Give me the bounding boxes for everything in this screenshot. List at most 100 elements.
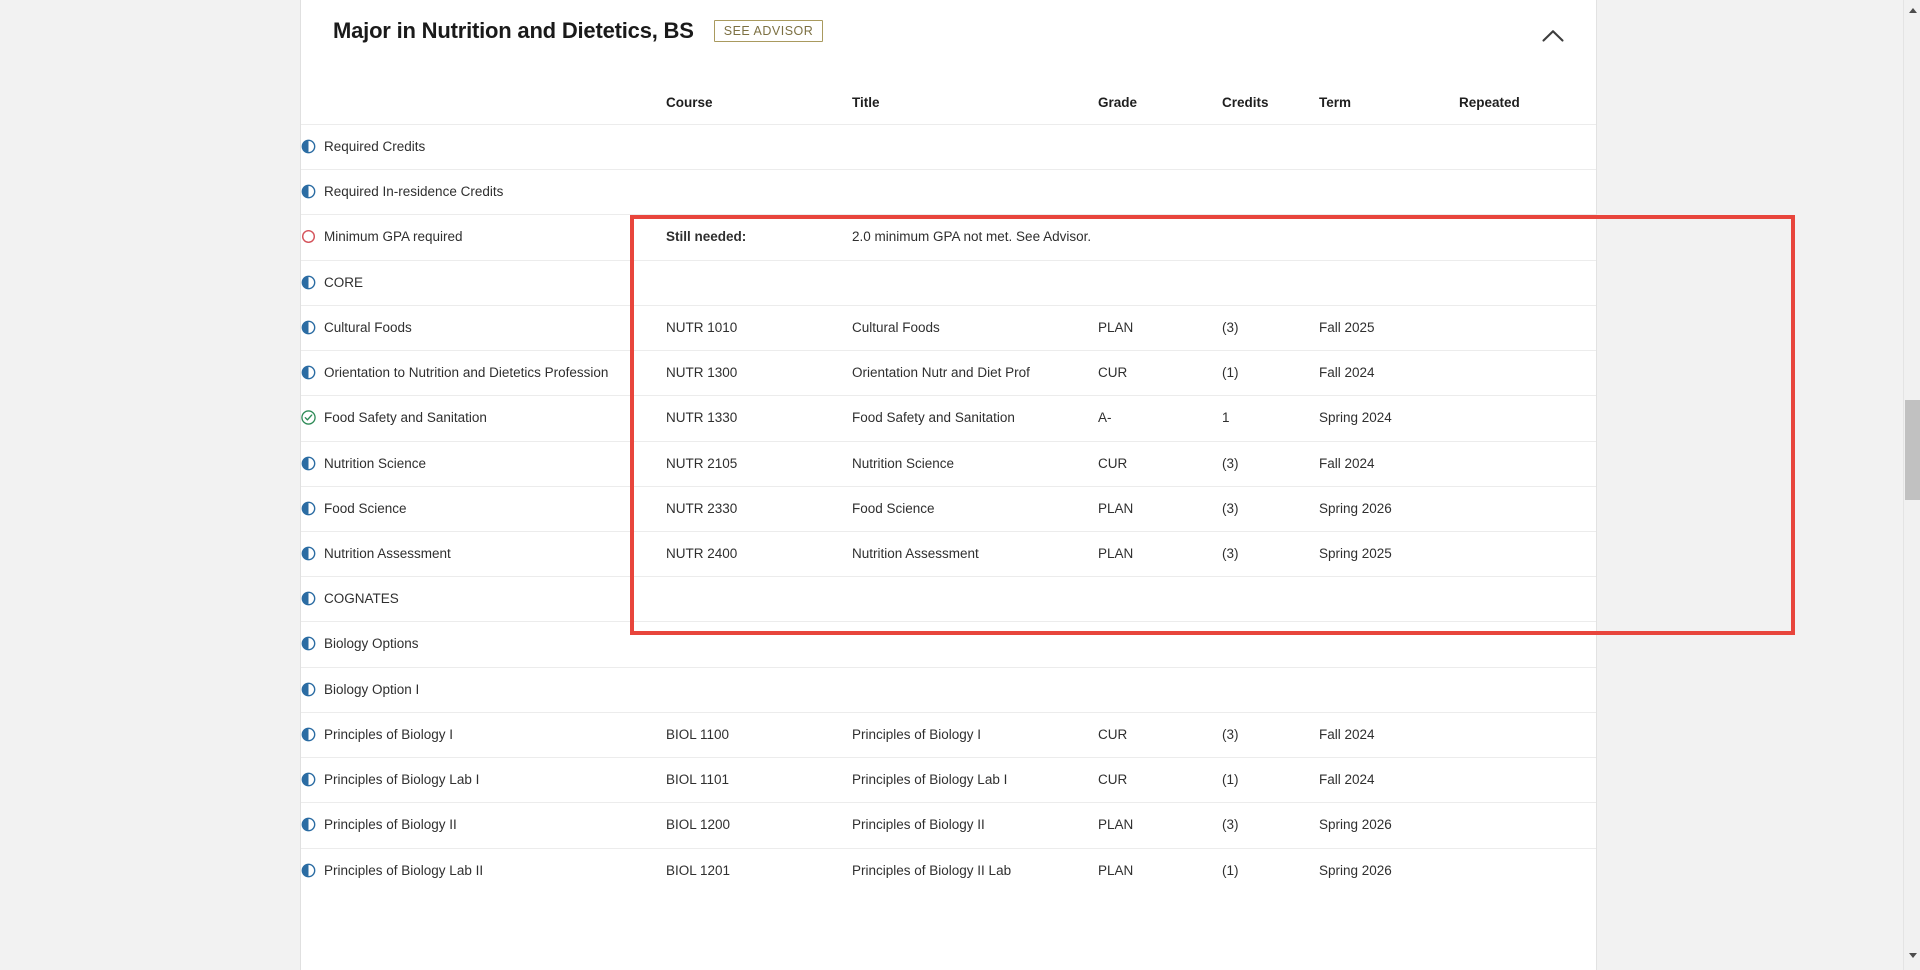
course-code-cell: NUTR 2330	[666, 500, 738, 516]
chevron-up-icon[interactable]	[1536, 18, 1570, 52]
right-gutter	[1596, 0, 1904, 970]
half-filled-circle-icon[interactable]	[301, 636, 316, 651]
table-row[interactable]: Nutrition Assessment NUTR 2400 Nutrition A…	[301, 531, 1596, 576]
grade-cell	[1098, 125, 1222, 170]
half-filled-circle-icon[interactable]	[301, 817, 316, 832]
credits-cell: (1)	[1222, 772, 1239, 788]
requirement-label: Cultural Foods	[324, 319, 412, 335]
credits-cell	[1222, 260, 1319, 305]
half-filled-circle-icon[interactable]	[301, 456, 316, 471]
table-row[interactable]: Food Science NUTR 2330 Food Science PLAN (3)…	[301, 486, 1596, 531]
repeated-cell	[1459, 441, 1596, 486]
course-title-cell	[852, 667, 1098, 712]
table-row[interactable]: Principles of Biology Lab II BIOL 1201 Pri…	[301, 848, 1596, 893]
grade-cell: PLAN	[1098, 817, 1134, 833]
page-title: Major in Nutrition and Dietetics, BS	[333, 18, 694, 43]
requirement-name-cell: Required In-residence Credits	[301, 170, 666, 215]
table-row[interactable]: Food Safety and Sanitation NUTR 1330 Food …	[301, 395, 1596, 441]
requirement-name-cell: Principles of Biology Lab II	[301, 848, 666, 893]
scroll-down-arrow-icon[interactable]	[1904, 947, 1920, 964]
half-filled-circle-icon[interactable]	[301, 320, 316, 335]
table-row[interactable]: Biology Option I	[301, 667, 1596, 712]
grade-cell: A-	[1098, 410, 1112, 426]
course-title-cell: Principles of Biology II Lab	[852, 862, 1012, 878]
requirement-name-cell: Required Credits	[301, 125, 666, 170]
requirement-name-cell: Cultural Foods	[301, 305, 666, 350]
column-header-credits: Credits	[1222, 95, 1269, 110]
requirement-name-cell: Food Science	[301, 486, 666, 531]
grade-cell	[1098, 215, 1222, 260]
requirement-label: Principles of Biology Lab II	[324, 862, 484, 878]
course-code-cell: NUTR 2105	[666, 455, 738, 471]
column-header-course: Course	[666, 95, 713, 110]
course-code-cell: BIOL 1200	[666, 817, 731, 833]
half-filled-circle-icon[interactable]	[301, 139, 316, 154]
table-row[interactable]: COGNATES	[301, 576, 1596, 622]
requirement-name-cell: Nutrition Science	[301, 441, 666, 486]
card-header: Major in Nutrition and Dietetics, BS SEE…	[301, 0, 1596, 62]
grade-cell: PLAN	[1098, 500, 1134, 516]
term-cell	[1319, 622, 1459, 667]
repeated-cell	[1459, 712, 1596, 757]
credits-cell	[1222, 622, 1319, 667]
course-code-cell: BIOL 1100	[666, 726, 730, 742]
half-filled-circle-icon[interactable]	[301, 591, 316, 606]
course-title-cell	[852, 622, 1098, 667]
table-row[interactable]: Cultural Foods NUTR 1010 Cultural Foods PLA…	[301, 305, 1596, 350]
term-cell	[1319, 215, 1459, 260]
half-filled-circle-icon[interactable]	[301, 863, 316, 878]
credits-cell: (3)	[1222, 726, 1239, 742]
table-row[interactable]: Required In-residence Credits	[301, 169, 1596, 215]
credits-cell: (3)	[1222, 319, 1239, 335]
see-advisor-badge[interactable]: SEE ADVISOR	[713, 20, 824, 42]
half-filled-circle-icon[interactable]	[301, 546, 316, 561]
table-row[interactable]: Biology Options	[301, 621, 1596, 667]
open-circle-icon[interactable]	[301, 229, 316, 244]
table-row[interactable]: Nutrition Science NUTR 2105 Nutrition Scie…	[301, 441, 1596, 486]
table-row[interactable]: Principles of Biology II BIOL 1200 Princip…	[301, 802, 1596, 848]
term-cell	[1319, 170, 1459, 215]
half-filled-circle-icon[interactable]	[301, 727, 316, 742]
course-code-cell: BIOL 1101	[666, 772, 730, 788]
half-filled-circle-icon[interactable]	[301, 501, 316, 516]
scrollbar-thumb[interactable]	[1905, 400, 1920, 500]
credits-cell	[1222, 215, 1319, 260]
half-filled-circle-icon[interactable]	[301, 184, 316, 199]
table-row[interactable]: Required Credits	[301, 124, 1596, 170]
grade-cell: CUR	[1098, 365, 1128, 381]
credits-cell	[1222, 577, 1319, 622]
course-title-cell: Cultural Foods	[852, 319, 940, 335]
term-cell: Fall 2025	[1319, 319, 1375, 335]
term-cell: Spring 2026	[1319, 817, 1392, 833]
requirement-label: Principles of Biology II	[324, 817, 457, 833]
repeated-cell	[1459, 622, 1596, 667]
term-cell	[1319, 667, 1459, 712]
requirement-name-cell: Principles of Biology I	[301, 712, 666, 757]
requirement-label: Principles of Biology I	[324, 726, 454, 742]
table-row[interactable]: Minimum GPA required Still needed: 2.0 min…	[301, 214, 1596, 260]
table-row[interactable]: Principles of Biology Lab I BIOL 1101 Prin…	[301, 757, 1596, 803]
repeated-cell	[1459, 351, 1596, 396]
check-circle-icon[interactable]	[301, 410, 316, 426]
table-row[interactable]: Principles of Biology I BIOL 1100 Principl…	[301, 712, 1596, 757]
credits-cell: 1	[1222, 410, 1230, 426]
scroll-up-arrow-icon[interactable]	[1904, 2, 1920, 19]
table-row[interactable]: Orientation to Nutrition and Dietetics P…	[301, 350, 1596, 396]
half-filled-circle-icon[interactable]	[301, 682, 316, 697]
half-filled-circle-icon[interactable]	[301, 772, 316, 787]
half-filled-circle-icon[interactable]	[301, 365, 316, 380]
half-filled-circle-icon[interactable]	[301, 275, 316, 290]
requirement-name-cell: Minimum GPA required	[301, 215, 666, 260]
page-background: Major in Nutrition and Dietetics, BS SEE…	[0, 0, 1920, 970]
grade-cell	[1098, 667, 1222, 712]
grade-cell: PLAN	[1098, 319, 1134, 335]
table-row[interactable]: CORE	[301, 260, 1596, 305]
vertical-scrollbar[interactable]	[1903, 0, 1920, 970]
requirement-label: Orientation to Nutrition and Dietetics P…	[324, 365, 609, 381]
course-code-cell	[666, 260, 852, 305]
column-header-title: Title	[852, 95, 880, 110]
repeated-cell	[1459, 260, 1596, 305]
left-gutter	[0, 0, 301, 970]
term-cell: Spring 2026	[1319, 862, 1392, 878]
term-cell: Spring 2026	[1319, 500, 1392, 516]
